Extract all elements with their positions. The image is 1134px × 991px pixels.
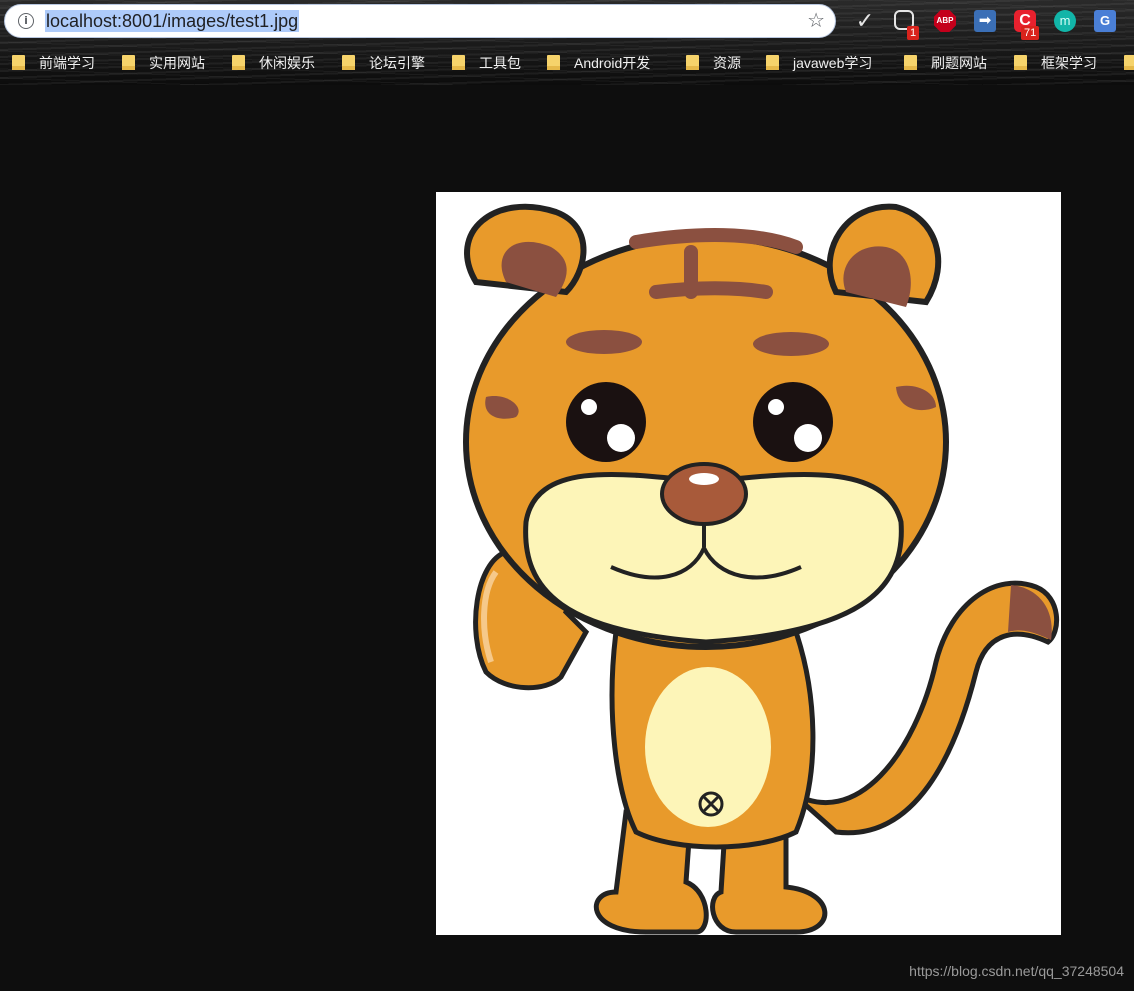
bookmark-star-icon[interactable]: ☆ [807,9,825,33]
folder-icon [342,55,355,70]
folder-icon [766,55,779,70]
bookmark-folder[interactable]: 资源 [686,53,741,73]
bookmark-folder[interactable]: Android开发 [547,53,650,73]
folder-icon [452,55,465,70]
checkmark-extension-icon[interactable]: ✓ [854,10,876,32]
url-text[interactable]: localhost:8001/images/test1.jpg [45,10,300,32]
bookmark-folder[interactable]: 刷题网站 [904,53,987,73]
tiger-cartoon-image [463,203,1060,935]
folder-icon [232,55,245,70]
bookmarks-bar: 前端学习 实用网站 休闲娱乐 论坛引擎 工具包 Android开发 资源 jav… [0,50,1134,76]
bookmarks-overflow[interactable] [1124,53,1134,73]
folder-icon [686,55,699,70]
bookmark-folder[interactable]: 前端学习 [12,53,95,73]
bookmark-folder[interactable]: javaweb学习 [766,53,872,73]
bookmark-folder[interactable]: 工具包 [452,53,521,73]
bookmark-folder[interactable]: 论坛引擎 [342,53,425,73]
address-bar[interactable]: i localhost:8001/images/test1.jpg ☆ [4,4,836,38]
folder-icon [904,55,917,70]
browser-chrome: i localhost:8001/images/test1.jpg ☆ ✓ 1 … [0,0,1134,85]
watermark-text: https://blog.csdn.net/qq_37248504 [909,963,1124,979]
folder-icon [1014,55,1027,70]
bookmark-folder[interactable]: 框架学习 [1014,53,1097,73]
bookmark-folder[interactable]: 休闲娱乐 [232,53,315,73]
bookmark-folder[interactable]: 实用网站 [122,53,205,73]
arrow-extension-icon[interactable]: ➡ [974,10,996,32]
folder-icon [122,55,135,70]
image-viewer[interactable] [436,192,1061,935]
folder-icon [547,55,560,70]
extension-badge: 71 [1021,26,1040,40]
adblock-plus-icon[interactable]: ABP [934,10,956,32]
teal-m-extension-icon[interactable]: m [1054,10,1076,32]
google-translate-icon[interactable]: G [1094,10,1116,32]
extension-badge: 1 [907,26,920,40]
folder-icon [12,55,25,70]
info-icon[interactable]: i [18,13,34,29]
folder-icon [1124,55,1134,70]
